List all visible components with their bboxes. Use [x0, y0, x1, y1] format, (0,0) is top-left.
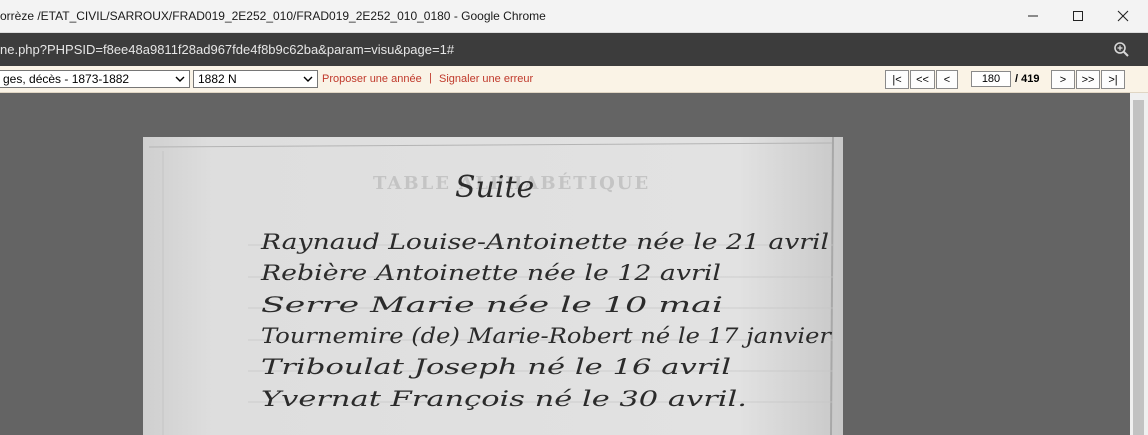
entry-line: Triboulat Joseph né le 16 avril: [261, 355, 731, 379]
first-page-button[interactable]: |<: [885, 70, 909, 89]
previous-page-button[interactable]: <: [936, 70, 958, 89]
entry-line: Tournemire (de) Marie-Robert né le 17 ja…: [261, 324, 833, 348]
propose-year-link[interactable]: Proposer une année: [322, 73, 422, 85]
zoom-button[interactable]: [1112, 40, 1132, 60]
register-select-value: ges, décès - 1873-1882: [3, 72, 130, 86]
entry-line: Raynaud Louise-Antoinette née le 21 avri…: [260, 230, 829, 254]
heading-suite: Suite: [455, 170, 534, 205]
page-total: / 419: [1015, 73, 1040, 85]
next-page-button[interactable]: >: [1051, 70, 1075, 89]
forward-many-button[interactable]: >>: [1076, 70, 1100, 89]
entry-line: Serre Marie née le 10 mai: [261, 293, 723, 317]
window-title: orrèze /ETAT_CIVIL/SARROUX/FRAD019_2E252…: [0, 9, 546, 23]
back-many-button[interactable]: <<: [910, 70, 935, 89]
scrollbar-thumb[interactable]: [1133, 100, 1144, 435]
scanned-register-page: TABLE ALPHABÉTIQUE Suite Raynaud Louise-…: [143, 137, 843, 435]
close-icon: [1117, 10, 1129, 22]
handwritten-scan: TABLE ALPHABÉTIQUE Suite Raynaud Louise-…: [143, 137, 843, 435]
close-button[interactable]: [1100, 0, 1146, 32]
chevron-down-icon: [303, 76, 313, 82]
entry-line: Yvernat François né le 30 avril.: [261, 387, 747, 411]
link-separator: |: [429, 72, 432, 84]
page-number-input[interactable]: [971, 71, 1011, 87]
url-text[interactable]: ne.php?PHPSID=f8ee48a9811f28ad967fde4f8b…: [0, 42, 454, 57]
register-select[interactable]: ges, décès - 1873-1882: [0, 70, 190, 88]
zoom-in-icon: [1114, 42, 1129, 57]
year-select[interactable]: 1882 N: [193, 70, 318, 88]
chevron-down-icon: [175, 76, 185, 82]
year-select-value: 1882 N: [198, 72, 237, 86]
viewer-toolbar: ges, décès - 1873-1882 1882 N Proposer u…: [0, 66, 1148, 93]
report-error-link[interactable]: Signaler une erreur: [439, 73, 533, 85]
minimize-icon: [1028, 15, 1038, 17]
maximize-icon: [1073, 11, 1083, 21]
window-titlebar: orrèze /ETAT_CIVIL/SARROUX/FRAD019_2E252…: [0, 0, 1148, 33]
minimize-button[interactable]: [1010, 0, 1056, 32]
entry-line: Rebière Antoinette née le 12 avril: [260, 261, 721, 285]
last-page-button[interactable]: >|: [1101, 70, 1125, 89]
maximize-button[interactable]: [1055, 0, 1101, 32]
address-bar[interactable]: ne.php?PHPSID=f8ee48a9811f28ad967fde4f8b…: [0, 33, 1148, 66]
